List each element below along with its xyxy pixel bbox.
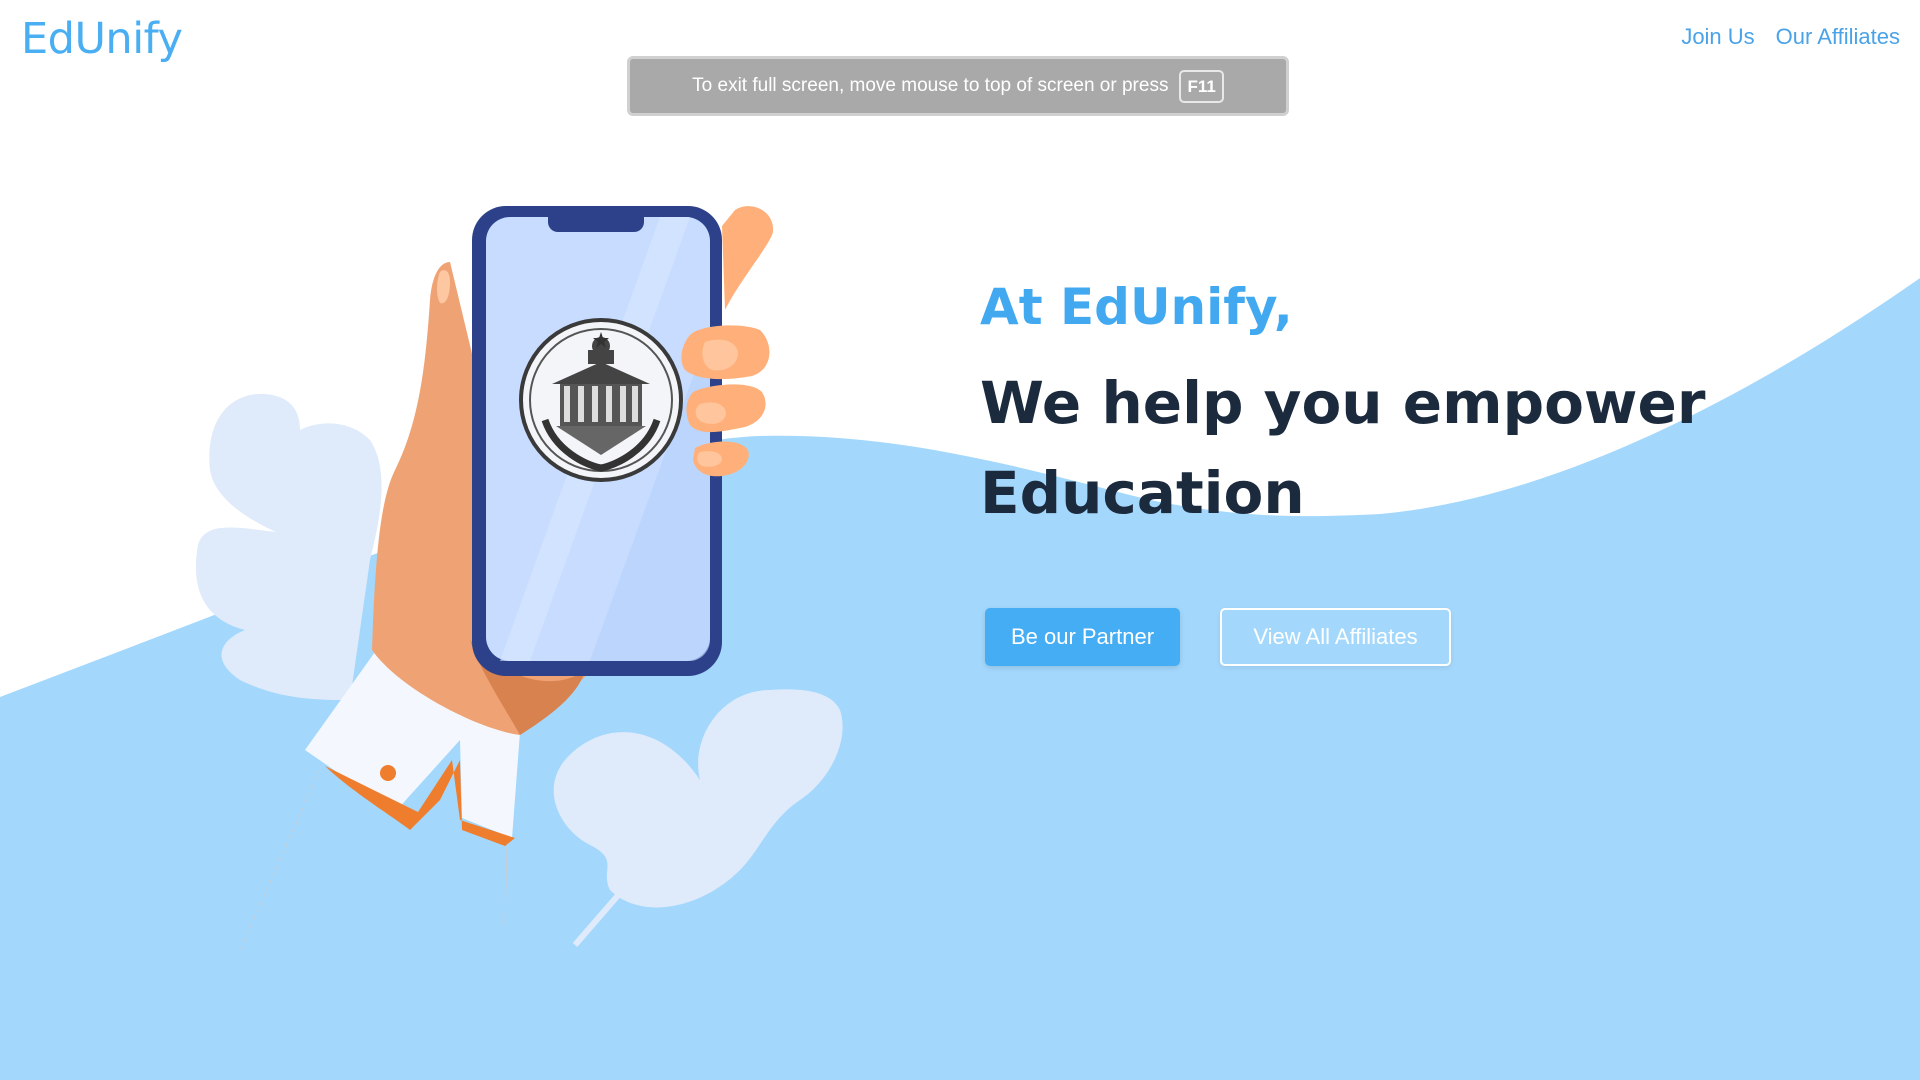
finger-top [722,206,774,310]
hero-lead: At EdUnify, [980,278,1293,336]
f11-key-badge: F11 [1179,69,1224,103]
hero-title: We help you empower Education [980,369,1706,527]
hero-illustration [195,206,843,951]
view-all-affiliates-button[interactable]: View All Affiliates [1220,608,1451,666]
leaf-right [553,689,843,908]
leaf-left [195,393,382,700]
cufflink [380,765,396,781]
fullscreen-exit-banner: To exit full screen, move mouse to top o… [627,56,1289,116]
phone-notch [548,208,644,232]
fullscreen-message: To exit full screen, move mouse to top o… [692,75,1169,96]
institution-seal-icon [519,318,683,482]
be-our-partner-button[interactable]: Be our Partner [985,608,1180,666]
